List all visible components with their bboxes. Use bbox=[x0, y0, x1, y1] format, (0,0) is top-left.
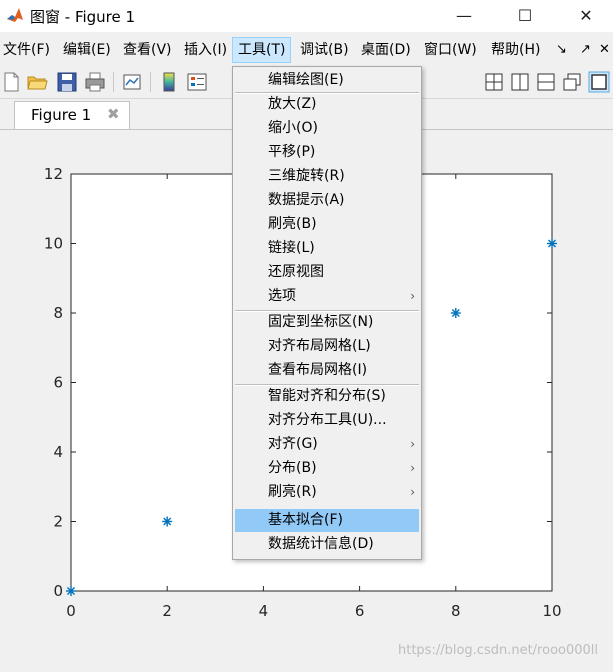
data-point-marker[interactable] bbox=[162, 516, 173, 527]
menu-edit[interactable]: 编辑(E) bbox=[63, 38, 111, 62]
submenu-arrow-icon: › bbox=[410, 437, 415, 451]
submenu-arrow-icon: › bbox=[410, 461, 415, 475]
menu-bar: 文件(F) 编辑(E) 查看(V) 插入(I) 工具(T) 调试(B) 桌面(D… bbox=[0, 32, 613, 66]
menu-item-label: 分布(B) bbox=[268, 460, 317, 476]
tools-menu-dropdown: 编辑绘图(E) 放大(Z) 缩小(O) 平移(P) 三维旋转(R) 数据提示(A) 刷亮(B… bbox=[232, 66, 422, 560]
y-tick-label: 4 bbox=[53, 443, 63, 461]
menu-item-label: 刷亮(B) bbox=[268, 216, 317, 232]
tab-figure-1[interactable]: Figure 1 ✖ bbox=[14, 101, 130, 129]
menu-item-label: 对齐布局网格(L) bbox=[268, 338, 371, 354]
tools-menu-item-17[interactable]: 刷亮(R) › bbox=[235, 481, 419, 504]
menu-item-label: 平移(P) bbox=[268, 144, 316, 160]
save-icon[interactable] bbox=[56, 71, 78, 93]
tab-close-icon[interactable]: ✖ bbox=[107, 105, 120, 123]
tools-menu-item-0[interactable]: 编辑绘图(E) bbox=[235, 69, 419, 92]
x-tick-label: 10 bbox=[542, 602, 561, 620]
legend-icon[interactable] bbox=[186, 71, 208, 93]
menu-item-label: 选项 bbox=[268, 288, 296, 304]
tools-menu-item-3[interactable]: 平移(P) bbox=[235, 141, 419, 164]
link-plot-icon[interactable] bbox=[121, 71, 143, 93]
y-tick-label: 2 bbox=[53, 513, 63, 531]
matlab-logo-icon bbox=[6, 6, 24, 24]
menu-view[interactable]: 查看(V) bbox=[123, 38, 172, 62]
tools-menu-item-13[interactable]: 智能对齐和分布(S) bbox=[235, 385, 419, 408]
menu-item-label: 数据统计信息(D) bbox=[268, 536, 374, 552]
tab-label: Figure 1 bbox=[31, 106, 92, 124]
menu-file[interactable]: 文件(F) bbox=[3, 38, 50, 62]
submenu-arrow-icon: › bbox=[410, 485, 415, 499]
dock-icon[interactable] bbox=[588, 71, 610, 93]
left-right-icon[interactable] bbox=[509, 71, 531, 93]
window-title: 图窗 - Figure 1 bbox=[30, 8, 136, 26]
x-tick-label: 8 bbox=[451, 602, 461, 620]
y-tick-label: 12 bbox=[44, 165, 63, 183]
menu-close-icon[interactable]: ✕ bbox=[599, 38, 610, 62]
data-point-marker[interactable] bbox=[547, 238, 557, 249]
tile-icon[interactable] bbox=[483, 71, 505, 93]
tools-menu-item-5[interactable]: 数据提示(A) bbox=[235, 189, 419, 212]
submenu-arrow-icon: › bbox=[410, 289, 415, 303]
tools-menu-item-8[interactable]: 还原视图 bbox=[235, 261, 419, 284]
data-point-marker[interactable] bbox=[450, 308, 461, 318]
tools-menu-item-18[interactable]: 基本拟合(F) bbox=[235, 509, 419, 532]
menu-item-label: 还原视图 bbox=[268, 264, 324, 280]
menu-item-label: 查看布局网格(I) bbox=[268, 362, 368, 378]
y-tick-label: 8 bbox=[53, 304, 63, 322]
undock-arrow-icon[interactable]: ↘ bbox=[556, 38, 567, 62]
print-icon[interactable] bbox=[84, 71, 106, 93]
menu-item-label: 对齐分布工具(U)... bbox=[268, 412, 387, 428]
title-bar: 图窗 - Figure 1 — ☐ ✕ bbox=[0, 0, 613, 32]
tools-menu-item-12[interactable]: 查看布局网格(I) bbox=[235, 359, 419, 382]
tools-menu-item-6[interactable]: 刷亮(B) bbox=[235, 213, 419, 236]
x-tick-label: 0 bbox=[66, 602, 76, 620]
menu-tools[interactable]: 工具(T) bbox=[232, 37, 292, 63]
menu-item-label: 刷亮(R) bbox=[268, 484, 317, 500]
colorbar-icon[interactable] bbox=[158, 71, 180, 93]
tools-menu-item-9[interactable]: 选项 › bbox=[235, 285, 419, 308]
x-tick-label: 4 bbox=[259, 602, 269, 620]
toolbar-separator bbox=[150, 72, 151, 92]
tools-menu-item-10[interactable]: 固定到坐标区(N) bbox=[235, 311, 419, 334]
tools-menu-item-7[interactable]: 链接(L) bbox=[235, 237, 419, 260]
menu-item-label: 数据提示(A) bbox=[268, 192, 345, 208]
tools-menu-item-4[interactable]: 三维旋转(R) bbox=[235, 165, 419, 188]
menu-desktop[interactable]: 桌面(D) bbox=[361, 38, 411, 62]
top-bottom-icon[interactable] bbox=[535, 71, 557, 93]
x-tick-label: 2 bbox=[162, 602, 172, 620]
menu-item-label: 缩小(O) bbox=[268, 120, 318, 136]
menu-item-label: 放大(Z) bbox=[268, 96, 317, 112]
dock-arrow-icon[interactable]: ↗ bbox=[580, 38, 591, 62]
data-point-marker[interactable] bbox=[66, 586, 76, 596]
tools-menu-item-11[interactable]: 对齐布局网格(L) bbox=[235, 335, 419, 358]
menu-item-label: 编辑绘图(E) bbox=[268, 72, 344, 88]
open-file-icon[interactable] bbox=[26, 71, 48, 93]
maximize-button[interactable]: ☐ bbox=[502, 0, 548, 32]
menu-item-label: 智能对齐和分布(S) bbox=[268, 388, 386, 404]
menu-item-label: 基本拟合(F) bbox=[268, 512, 343, 528]
close-button[interactable]: ✕ bbox=[563, 0, 609, 32]
y-tick-label: 0 bbox=[53, 582, 63, 600]
watermark: https://blog.csdn.net/rooo000ll bbox=[398, 643, 599, 658]
menu-item-label: 对齐(G) bbox=[268, 436, 318, 452]
y-tick-label: 6 bbox=[53, 374, 63, 392]
float-icon[interactable] bbox=[561, 71, 583, 93]
tools-menu-item-15[interactable]: 对齐(G) › bbox=[235, 433, 419, 456]
x-tick-label: 6 bbox=[355, 602, 365, 620]
toolbar-separator bbox=[113, 72, 114, 92]
new-figure-icon[interactable] bbox=[0, 71, 22, 93]
tools-menu-item-19[interactable]: 数据统计信息(D) bbox=[235, 533, 419, 556]
tools-menu-item-2[interactable]: 缩小(O) bbox=[235, 117, 419, 140]
menu-debug[interactable]: 调试(B) bbox=[300, 38, 349, 62]
tools-menu-item-14[interactable]: 对齐分布工具(U)... bbox=[235, 409, 419, 432]
menu-insert[interactable]: 插入(I) bbox=[184, 38, 227, 62]
menu-window[interactable]: 窗口(W) bbox=[424, 38, 477, 62]
menu-help[interactable]: 帮助(H) bbox=[491, 38, 540, 62]
tools-menu-item-1[interactable]: 放大(Z) bbox=[235, 93, 419, 116]
y-tick-label: 10 bbox=[44, 235, 63, 253]
menu-item-label: 链接(L) bbox=[268, 240, 315, 256]
minimize-button[interactable]: — bbox=[441, 0, 487, 32]
menu-item-label: 三维旋转(R) bbox=[268, 168, 345, 184]
tools-menu-item-16[interactable]: 分布(B) › bbox=[235, 457, 419, 480]
menu-item-label: 固定到坐标区(N) bbox=[268, 314, 374, 330]
